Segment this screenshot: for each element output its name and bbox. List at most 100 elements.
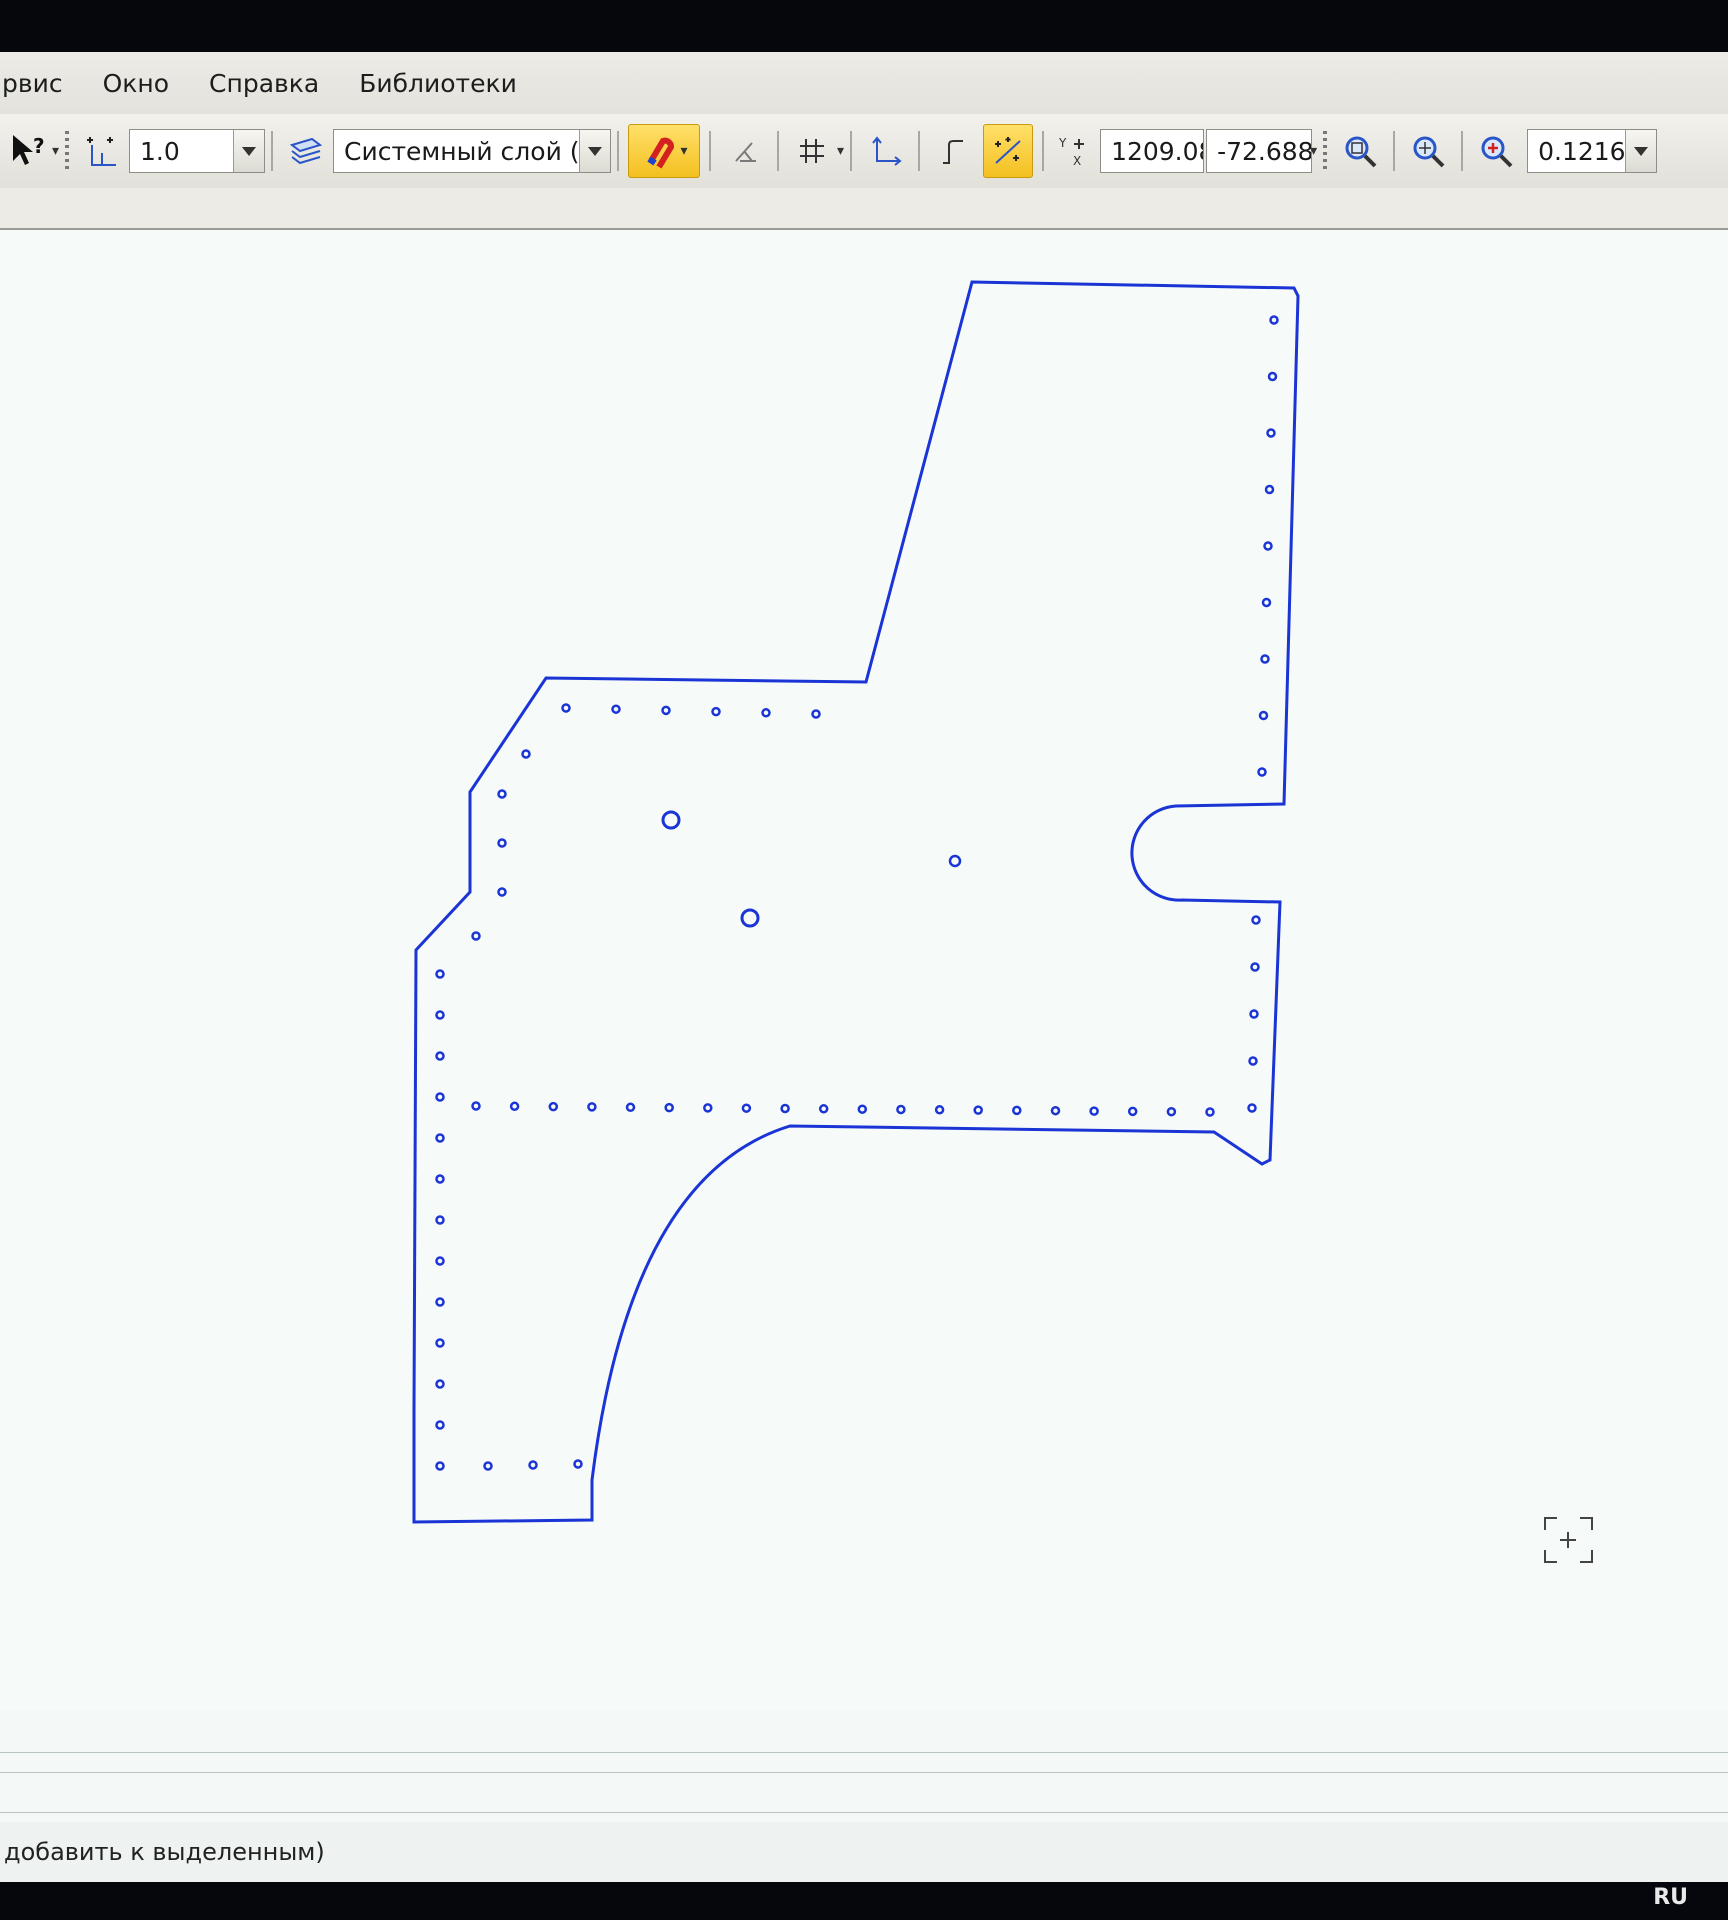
toolbar-separator <box>1393 131 1396 171</box>
svg-text:?: ? <box>33 134 45 158</box>
small-hole <box>1248 1056 1258 1066</box>
ortho-button[interactable] <box>720 125 768 177</box>
small-hole <box>548 1101 559 1112</box>
grid-dropdown-icon[interactable]: ▾ <box>837 143 844 159</box>
small-hole <box>857 1104 868 1114</box>
layer-select[interactable]: Системный слой (0) <box>333 129 612 173</box>
small-hole <box>1012 1105 1022 1116</box>
ortho-icon <box>735 142 757 162</box>
small-hole <box>1258 710 1269 721</box>
small-hole <box>587 1102 597 1112</box>
zoom-dropdown-icon[interactable] <box>1625 130 1657 172</box>
zoom-fit-button[interactable] <box>1404 125 1452 177</box>
scale-field[interactable]: 1.0 <box>129 129 266 173</box>
small-hole <box>497 789 507 799</box>
small-hole <box>1247 1103 1257 1113</box>
cursor-coords-button[interactable]: Y X <box>1053 125 1093 177</box>
small-hole <box>664 1102 674 1113</box>
snap-active-button[interactable] <box>983 124 1034 178</box>
toolbar-separator <box>918 131 921 171</box>
toolbar-grip[interactable] <box>65 131 70 171</box>
menu-service[interactable]: рвис <box>0 65 65 102</box>
coords-dropdown-icon[interactable]: ▾ <box>1310 143 1317 159</box>
part-drawing <box>412 280 1593 1563</box>
small-hole <box>573 1459 583 1469</box>
toolbar: ? ▾ 1.0 Системный слой (0) <box>0 114 1728 189</box>
small-hole <box>1260 654 1270 664</box>
panel-dividers <box>0 1712 1728 1822</box>
small-hole <box>435 1338 445 1348</box>
small-hole <box>435 1256 445 1266</box>
layers-icon <box>289 137 323 165</box>
help-pointer-button[interactable]: ? <box>3 125 51 177</box>
zoom-in-button[interactable] <box>1472 125 1520 177</box>
small-hole <box>1269 315 1279 325</box>
menu-help[interactable]: Справка <box>207 65 321 102</box>
toolbar-separator <box>617 131 620 171</box>
small-hole <box>435 1215 445 1225</box>
small-hole <box>1127 1106 1138 1117</box>
language-indicator[interactable]: RU <box>1653 1885 1688 1910</box>
small-hole <box>497 838 507 848</box>
coord-y-field[interactable]: -72.6889 <box>1206 129 1313 173</box>
menu-libraries[interactable]: Библиотеки <box>357 65 519 102</box>
menu-bar: рвис Окно Справка Библиотеки <box>0 52 1728 114</box>
drawing-canvas[interactable] <box>0 230 1728 1710</box>
small-hole <box>811 709 821 719</box>
small-hole <box>741 1103 752 1113</box>
toolbar-grip[interactable] <box>1323 131 1328 171</box>
small-hole <box>611 704 621 714</box>
small-hole <box>1267 371 1278 382</box>
coord-x-value: 1209.08 <box>1111 136 1203 166</box>
small-hole <box>780 1103 790 1114</box>
small-hole <box>1251 915 1261 925</box>
small-hole <box>471 1101 481 1111</box>
local-cs-icon <box>872 136 902 166</box>
small-hole <box>435 1420 445 1430</box>
svg-text:X: X <box>1073 154 1081 168</box>
menu-window[interactable]: Окно <box>101 65 171 102</box>
status-bar: добавить к выделенным) <box>0 1822 1728 1882</box>
layer-dropdown-icon[interactable] <box>579 130 611 172</box>
snap-step-button[interactable] <box>78 125 126 177</box>
toolbar-separator <box>850 131 853 171</box>
grid-button[interactable] <box>788 125 836 177</box>
grid-icon <box>800 139 825 163</box>
small-hole <box>625 1102 636 1113</box>
small-hole <box>1266 428 1276 438</box>
small-hole <box>435 1461 445 1471</box>
snap-active-icon <box>995 137 1021 164</box>
mounting-hole <box>740 908 760 928</box>
small-hole <box>435 1092 445 1102</box>
small-hole <box>1166 1106 1177 1117</box>
small-hole <box>661 705 671 716</box>
small-hole <box>509 1101 520 1112</box>
small-hole <box>1050 1105 1061 1116</box>
small-hole <box>1264 484 1275 495</box>
magnet-dropdown-icon[interactable]: ▾ <box>681 143 688 159</box>
small-hole <box>435 1379 445 1389</box>
round-button[interactable] <box>929 125 977 177</box>
mounting-hole <box>661 810 681 830</box>
small-hole <box>896 1104 906 1115</box>
zoom-in-icon <box>1481 136 1513 168</box>
help-pointer-icon: ? <box>13 134 45 165</box>
zoom-window-button[interactable] <box>1336 125 1384 177</box>
toolbar-separator <box>1461 131 1464 171</box>
help-dropdown-icon[interactable]: ▾ <box>52 143 59 159</box>
toolbar-separator <box>271 131 274 171</box>
local-cs-button[interactable] <box>861 125 909 177</box>
magnet-snap-button[interactable]: ▾ <box>628 124 701 178</box>
coord-x-field[interactable]: 1209.08 <box>1100 129 1205 173</box>
layers-button[interactable] <box>282 125 330 177</box>
crosshair-cursor-icon <box>1544 1517 1593 1563</box>
scale-value: 1.0 <box>140 136 180 166</box>
svg-text:Y: Y <box>1058 136 1067 150</box>
part-outline <box>412 280 1300 1524</box>
scale-dropdown-icon[interactable] <box>233 130 265 172</box>
zoom-field[interactable]: 0.1216 <box>1527 129 1658 173</box>
small-hole <box>561 703 571 713</box>
small-hole <box>1261 597 1272 608</box>
zoom-value: 0.1216 <box>1538 136 1626 166</box>
round-icon <box>943 140 964 164</box>
